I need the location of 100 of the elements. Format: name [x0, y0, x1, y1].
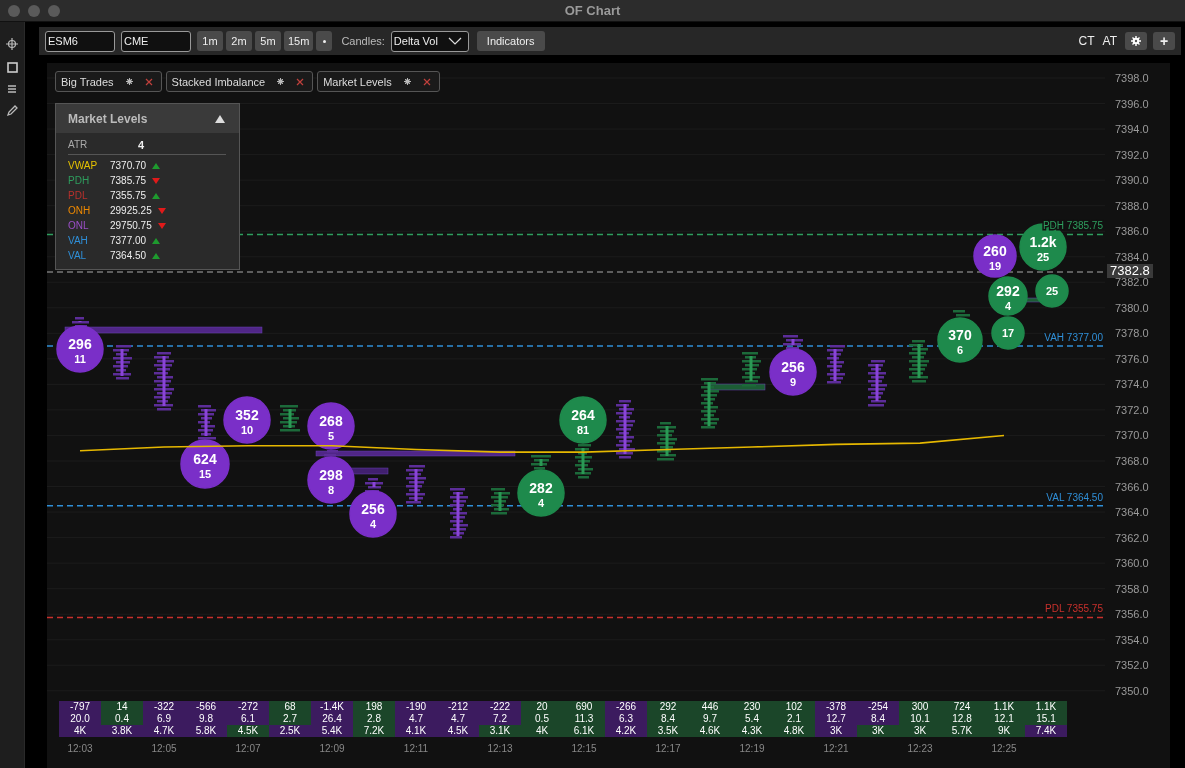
timeframe-button[interactable]: 15m	[284, 31, 314, 51]
stat-cell: 724	[941, 701, 983, 713]
stat-cell: 6.1	[227, 713, 269, 725]
settings-icon[interactable]	[1125, 32, 1147, 50]
mode-toggle[interactable]: CT	[1078, 34, 1095, 48]
big-trade-bubble[interactable]	[223, 396, 271, 444]
settings-icon[interactable]	[277, 78, 285, 85]
big-trade-bubble[interactable]	[180, 439, 230, 489]
big-trade-bubble[interactable]	[937, 317, 983, 363]
stat-cell: 6.3	[605, 713, 647, 725]
stat-cell: 4.7	[437, 713, 479, 725]
imbalance-zone	[709, 383, 766, 391]
stat-cell: 8.4	[857, 713, 899, 725]
big-trade-bubble[interactable]	[307, 402, 355, 450]
price-axis-label: 7358.0	[1115, 582, 1149, 595]
level-name: VAL	[68, 250, 88, 261]
stat-cell: 6.9	[143, 713, 185, 725]
candles-select[interactable]: Delta Vol	[390, 30, 469, 52]
indicators-button[interactable]: Indicators	[476, 31, 545, 51]
stat-cell: 20.0	[59, 713, 101, 725]
big-trade-bubble[interactable]	[559, 396, 607, 444]
level-name: ONH	[68, 205, 92, 216]
price-axis-label: 7366.0	[1115, 480, 1149, 493]
stat-cell: 9K	[983, 725, 1025, 737]
footprint-candle	[742, 352, 761, 387]
big-trade-bubble[interactable]	[307, 456, 355, 504]
lines-icon[interactable]	[8, 85, 16, 93]
crosshair-icon[interactable]	[6, 38, 18, 50]
stat-cell: 20	[521, 701, 563, 713]
level-name: PDL	[68, 190, 89, 201]
indicator-chip[interactable]: Market Levels	[317, 71, 440, 92]
collapse-triangle-icon[interactable]	[215, 114, 225, 123]
trade-size-label: 15	[198, 468, 212, 480]
stat-cell: 3.1K	[479, 725, 521, 737]
big-trade-bubble[interactable]	[988, 276, 1028, 316]
big-trade-bubble[interactable]	[349, 490, 397, 538]
trade-size-label: 17	[1001, 327, 1015, 339]
price-axis-label: 7356.0	[1115, 608, 1149, 621]
indicator-chip[interactable]: Stacked Imbalance	[165, 71, 314, 92]
stat-cell: 10.1	[899, 713, 941, 725]
stat-cell: 4K	[521, 725, 563, 737]
price-axis-label: 7374.0	[1115, 378, 1149, 391]
stat-cell: -1.4K	[311, 701, 353, 713]
time-axis-label: 12:03	[67, 743, 93, 754]
stat-cell: 12.1	[983, 713, 1025, 725]
trade-size-label: 8	[327, 484, 335, 496]
trade-size-label: 6	[956, 344, 964, 356]
price-axis-label: 7398.0	[1115, 72, 1149, 84]
rectangle-icon[interactable]	[6, 62, 18, 73]
big-trade-bubble[interactable]	[1035, 274, 1069, 308]
level-value: 7370.70	[110, 160, 147, 171]
stat-cell: 4K	[59, 725, 101, 737]
big-trade-bubble[interactable]	[1019, 223, 1067, 271]
timeframe-button[interactable]: 5m	[255, 31, 281, 51]
price-axis-label: 7384.0	[1115, 250, 1149, 263]
price-axis-label: 7372.0	[1115, 403, 1149, 416]
level-value: 7377.00	[110, 235, 147, 246]
footprint-candle	[953, 310, 970, 317]
stat-cell: 446	[689, 701, 731, 713]
big-trade-bubble[interactable]	[769, 348, 817, 396]
mode-toggle[interactable]: AT	[1102, 34, 1117, 48]
current-price-tag: 7382.8	[1107, 264, 1153, 279]
stat-cell: 2.8	[353, 713, 395, 725]
exchange-field[interactable]: CME	[121, 30, 191, 52]
footprint-candle	[827, 345, 845, 384]
stat-cell: 68	[269, 701, 311, 713]
stat-cell: 4.7K	[143, 725, 185, 737]
big-trade-bubble[interactable]	[973, 234, 1017, 278]
close-icon[interactable]	[144, 77, 153, 86]
big-trade-bubble[interactable]	[517, 469, 565, 517]
settings-icon[interactable]	[125, 78, 133, 85]
footprint-candle	[909, 340, 929, 383]
settings-icon[interactable]	[403, 78, 411, 85]
window-title: OF Chart	[564, 3, 621, 18]
stat-cell: 4.1K	[395, 725, 437, 737]
level-value: 7364.50	[110, 250, 147, 261]
stat-cell: 198	[353, 701, 395, 713]
add-button[interactable]: +	[1153, 32, 1175, 50]
chevron-down-icon	[447, 37, 462, 45]
level-value: 29750.75	[110, 220, 152, 231]
close-icon[interactable]	[296, 77, 305, 86]
big-trade-bubble[interactable]	[991, 316, 1025, 350]
big-trade-bubble[interactable]	[56, 325, 104, 373]
symbol-field[interactable]: ESM6	[45, 30, 115, 52]
footprint-candle	[324, 450, 338, 457]
stat-cell: 3K	[899, 725, 941, 737]
stat-cell: 11.3	[563, 713, 605, 725]
stat-cell: 300	[899, 701, 941, 713]
stat-cell: 0.5	[521, 713, 563, 725]
time-axis-label: 12:15	[571, 743, 597, 754]
close-icon[interactable]	[422, 77, 431, 86]
pencil-icon[interactable]	[6, 105, 18, 117]
indicator-chip[interactable]: Big Trades	[55, 71, 162, 92]
timeframe-button[interactable]: 1m	[197, 31, 223, 51]
price-axis-label: 7378.0	[1115, 327, 1149, 340]
time-axis-label: 12:19	[739, 743, 765, 754]
stat-cell: -378	[815, 701, 857, 713]
price-axis-label: 7394.0	[1115, 123, 1149, 136]
time-axis-label: 12:05	[151, 743, 177, 754]
timeframe-button[interactable]: 2m	[226, 31, 252, 51]
